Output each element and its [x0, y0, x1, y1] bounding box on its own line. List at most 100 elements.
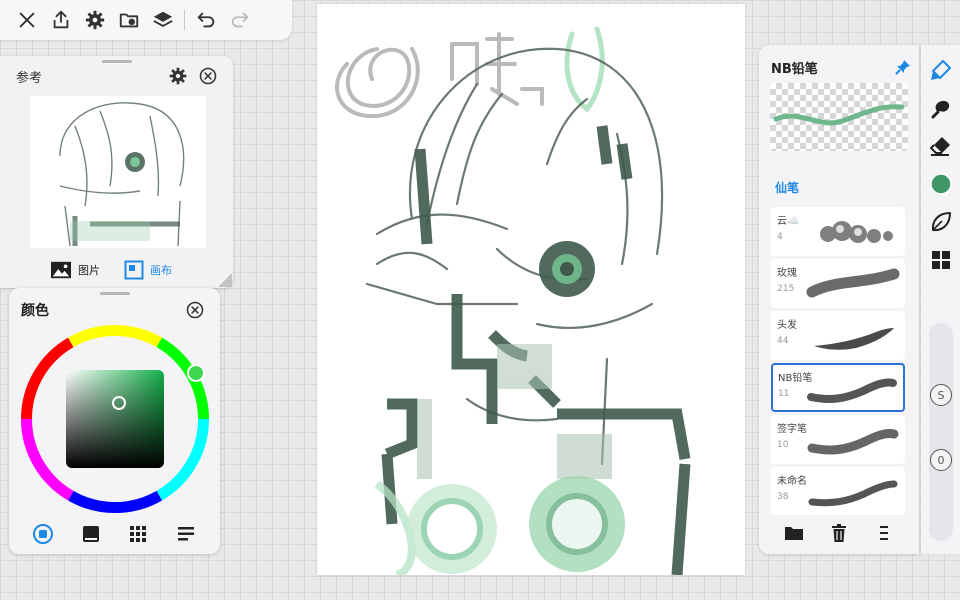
brush-more-button[interactable]	[869, 518, 899, 548]
close-circle-icon	[186, 301, 204, 319]
folder-icon	[784, 527, 803, 540]
brush-stroke-thumbnail	[807, 429, 899, 455]
brush-stroke-thumbnail	[806, 268, 900, 298]
import-icon	[119, 13, 139, 28]
color-tab-disc[interactable]	[28, 520, 58, 548]
color-tab-sliders[interactable]	[171, 520, 201, 548]
layers-icon	[153, 11, 173, 27]
size-slider-knob[interactable]: S	[930, 384, 952, 406]
brush-stroke-thumbnail	[807, 378, 897, 403]
undo-button[interactable]	[189, 3, 223, 37]
brush-category-label[interactable]: 仙笔	[775, 179, 799, 196]
color-mode-tabs	[9, 520, 220, 548]
close-button[interactable]	[10, 3, 44, 37]
pin-icon[interactable]	[895, 59, 911, 75]
brush-item-cloud[interactable]: 云☁️ 4	[771, 207, 905, 256]
reference-tab-image[interactable]: 图片	[50, 260, 100, 280]
image-icon	[51, 261, 71, 278]
layers-grid-icon	[932, 251, 950, 269]
brush-delete-button[interactable]	[824, 518, 854, 548]
rose-motif	[539, 241, 595, 297]
reference-title: 参考	[16, 70, 43, 86]
brush-item-name: 云☁️	[777, 216, 800, 227]
color-tab-palette[interactable]	[123, 520, 153, 548]
reference-panel: 参考 图片 画布	[0, 56, 233, 288]
color-header: 颜色	[9, 296, 220, 324]
redo-icon	[231, 12, 249, 28]
brush-stroke-preview	[770, 83, 908, 151]
opacity-knob-label: 0	[937, 453, 945, 467]
brush-item-size: 44	[777, 336, 789, 346]
brush-tool-button[interactable]	[926, 55, 956, 85]
share-icon	[53, 10, 69, 29]
layers-button[interactable]	[146, 3, 180, 37]
brush-item-nb-pencil[interactable]: NB铅笔 11	[771, 363, 905, 412]
brush-item-size: 10	[777, 440, 789, 450]
more-icon	[880, 526, 889, 540]
reference-header: 参考	[0, 56, 233, 96]
reference-tab-canvas[interactable]: 画布	[124, 260, 172, 280]
brush-item-size: 38	[777, 492, 789, 502]
color-swatch-button[interactable]	[926, 169, 956, 199]
color-close-button[interactable]	[180, 295, 210, 325]
leaf-icon	[931, 212, 951, 232]
selection-tool-button[interactable]	[926, 207, 956, 237]
reference-tab-canvas-label: 画布	[150, 263, 172, 277]
reference-sketch-image	[59, 102, 185, 247]
smudge-icon	[931, 100, 950, 119]
eraser-icon	[930, 137, 950, 156]
reference-tabs: 图片 画布	[0, 251, 233, 288]
reference-close-button[interactable]	[193, 61, 223, 91]
color-tab-classic[interactable]	[76, 520, 106, 548]
brush-item-name: 签字笔	[777, 424, 807, 435]
undo-icon	[197, 12, 215, 28]
reference-settings-button[interactable]	[163, 61, 193, 91]
reference-tab-image-label: 图片	[78, 263, 100, 277]
top-toolbar	[0, 0, 292, 40]
reference-thumbnail[interactable]	[30, 96, 206, 248]
palette-grid-icon	[130, 526, 147, 542]
resize-handle-icon[interactable]	[217, 272, 233, 288]
eraser-tool-button[interactable]	[926, 131, 956, 161]
brush-stroke-thumbnail	[808, 480, 898, 507]
drawing-canvas[interactable]	[317, 4, 745, 575]
settings-button[interactable]	[78, 3, 112, 37]
brush-item-size: 4	[777, 232, 783, 242]
brush-item-unnamed[interactable]: 未命名 38	[771, 467, 905, 515]
tool-rail: S 0	[921, 45, 960, 554]
saturation-brightness-square[interactable]	[66, 370, 164, 468]
brush-item-hair[interactable]: 头发 44	[771, 311, 905, 360]
size-knob-label: S	[937, 388, 945, 402]
brush-stroke-thumbnail	[820, 221, 893, 243]
brush-item-rose[interactable]: 玫瑰 215	[771, 259, 905, 308]
brush-size-slider[interactable]: S 0	[929, 323, 953, 541]
disc-icon	[32, 524, 53, 544]
brush-item-signature-pen[interactable]: 签字笔 10	[771, 415, 905, 464]
classic-icon	[82, 526, 99, 542]
brush-panel-footer	[759, 518, 919, 548]
gear-icon	[169, 67, 187, 85]
brush-stroke-thumbnail	[814, 328, 894, 350]
redo-button[interactable]	[223, 3, 257, 37]
current-brush-name: NB铅笔	[771, 61, 818, 77]
color-panel: 颜色	[9, 288, 220, 554]
canvas-artwork	[335, 26, 691, 575]
brush-item-name: 玫瑰	[777, 268, 797, 279]
hue-ring-knob[interactable]	[187, 364, 205, 382]
brush-folder-button[interactable]	[779, 518, 809, 548]
brush-item-size: 215	[777, 284, 795, 294]
panel-drag-handle[interactable]	[99, 292, 130, 295]
close-circle-icon	[199, 67, 217, 85]
brush-item-size: 11	[778, 389, 790, 399]
smudge-tool-button[interactable]	[926, 93, 956, 123]
color-wheel[interactable]	[20, 324, 210, 514]
opacity-slider-knob[interactable]: 0	[930, 449, 952, 471]
toolbar-divider	[184, 10, 185, 30]
brush-icon	[931, 60, 951, 80]
layers-grid-button[interactable]	[926, 245, 956, 275]
import-button[interactable]	[112, 3, 146, 37]
brush-header: NB铅笔	[771, 57, 911, 77]
share-button[interactable]	[44, 3, 78, 37]
gear-icon	[85, 10, 105, 30]
brush-item-name: 未命名	[777, 476, 807, 487]
